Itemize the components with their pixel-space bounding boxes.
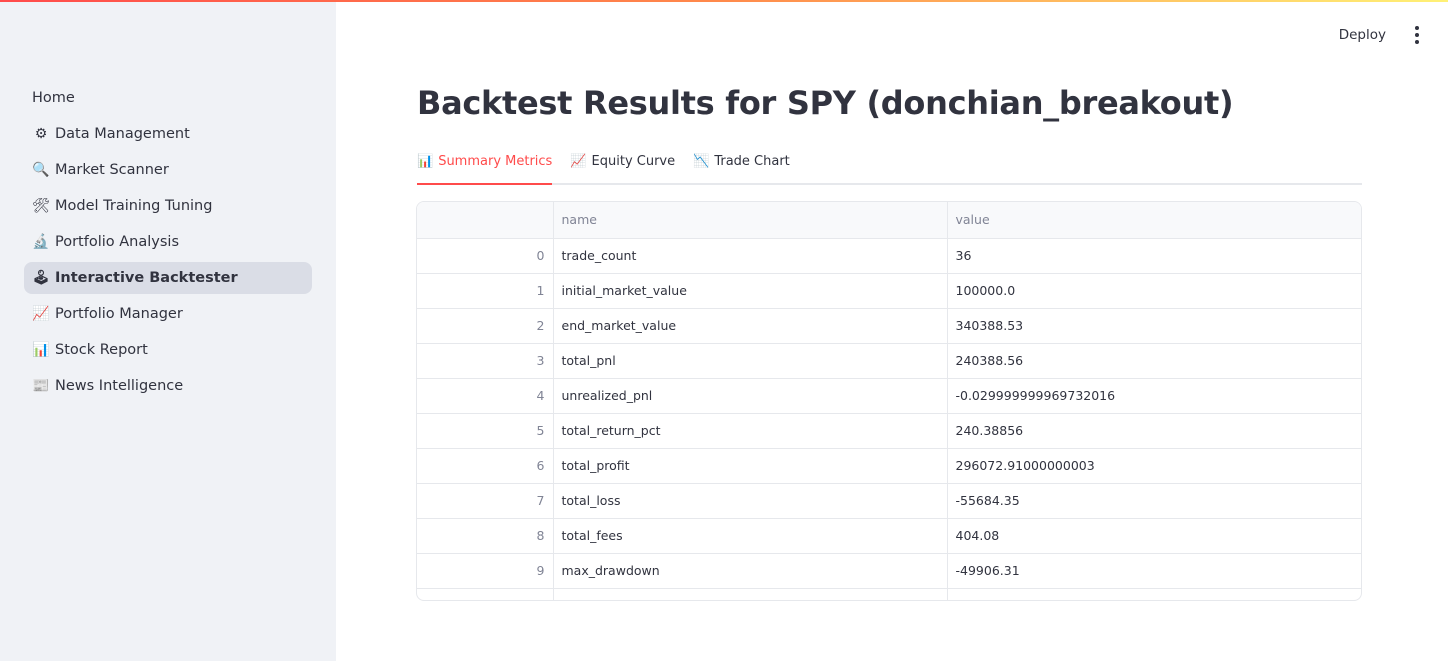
- tab-trade-chart[interactable]: 📉 Trade Chart: [693, 150, 790, 185]
- cell-name[interactable]: total_profit: [553, 448, 948, 484]
- table-row: 4 unrealized_pnl -0.029999999969732016: [417, 378, 1361, 414]
- chart-increasing-icon: 📈: [570, 154, 587, 169]
- sidebar-item-interactive-backtester[interactable]: 🕹 Interactive Backtester: [24, 262, 312, 294]
- cell-value[interactable]: 36: [947, 238, 1361, 274]
- sidebar-nav: Home ⚙ Data Management 🔍 Market Scanner …: [24, 82, 312, 406]
- table-row: 6 total_profit 296072.91000000003: [417, 448, 1361, 484]
- tab-label: Summary Metrics: [438, 154, 553, 169]
- cell-name[interactable]: max_drawdown: [553, 553, 948, 589]
- row-index[interactable]: 1: [417, 273, 554, 309]
- row-index[interactable]: 5: [417, 413, 554, 449]
- cell-name[interactable]: total_pnl: [553, 343, 948, 379]
- row-index[interactable]: 0: [417, 238, 554, 274]
- row-index[interactable]: 3: [417, 343, 554, 379]
- sidebar-item-label: Home: [32, 90, 75, 106]
- cell-value[interactable]: -0.029999999969732016: [947, 378, 1361, 414]
- cell-value[interactable]: 340388.53: [947, 308, 1361, 344]
- table-row: 5 total_return_pct 240.38856: [417, 413, 1361, 449]
- table-row: 1 initial_market_value 100000.0: [417, 273, 1361, 309]
- gear-icon: ⚙: [34, 126, 48, 142]
- table-row: 3 total_pnl 240388.56: [417, 343, 1361, 379]
- kebab-menu-icon[interactable]: [1414, 26, 1420, 44]
- sidebar-item-label: Portfolio Manager: [55, 306, 183, 322]
- sidebar-item-label: News Intelligence: [55, 378, 184, 394]
- row-index[interactable]: 7: [417, 483, 554, 519]
- cell-name[interactable]: unrealized_pnl: [553, 378, 948, 414]
- table-header-row: name value: [417, 202, 1361, 239]
- table-row: 8 total_fees 404.08: [417, 518, 1361, 554]
- sidebar-item-market-scanner[interactable]: 🔍 Market Scanner: [24, 154, 312, 186]
- sidebar-item-label: Data Management: [55, 126, 190, 142]
- cell-value[interactable]: 240.38856: [947, 413, 1361, 449]
- sidebar-item-home[interactable]: Home: [24, 82, 312, 114]
- cell-name[interactable]: initial_market_value: [553, 273, 948, 309]
- row-index[interactable]: 8: [417, 518, 554, 554]
- sidebar-item-label: Market Scanner: [55, 162, 169, 178]
- tab-summary-metrics[interactable]: 📊 Summary Metrics: [417, 150, 553, 185]
- sidebar-item-label: Model Training Tuning: [55, 198, 213, 214]
- cell-name[interactable]: total_return_pct: [553, 413, 948, 449]
- sidebar-item-label: Stock Report: [55, 342, 148, 358]
- metrics-table: name value 0 trade_count 36 1 initial_ma…: [417, 202, 1361, 600]
- cell-name[interactable]: trade_count: [553, 238, 948, 274]
- chart-increasing-icon: 📈: [32, 306, 50, 322]
- cell-value[interactable]: 240388.56: [947, 343, 1361, 379]
- newspaper-icon: 📰: [32, 378, 50, 394]
- microscope-icon: 🔬: [32, 234, 50, 250]
- page-title: Backtest Results for SPY (donchian_break…: [417, 84, 1234, 122]
- column-header-index[interactable]: [417, 202, 554, 239]
- cell-name[interactable]: end_market_value: [553, 308, 948, 344]
- cell-name[interactable]: total_fees: [553, 518, 948, 554]
- tab-label: Trade Chart: [714, 154, 790, 169]
- sidebar-item-portfolio-manager[interactable]: 📈 Portfolio Manager: [24, 298, 312, 330]
- tools-icon: 🛠: [32, 198, 50, 214]
- bar-chart-icon: 📊: [32, 342, 50, 358]
- cell-value[interactable]: 100000.0: [947, 273, 1361, 309]
- row-index[interactable]: 9: [417, 553, 554, 589]
- table-row-partial: [417, 588, 1361, 600]
- cell-value[interactable]: -55684.35: [947, 483, 1361, 519]
- table-row: 9 max_drawdown -49906.31: [417, 553, 1361, 589]
- row-index[interactable]: 2: [417, 308, 554, 344]
- tab-label: Equity Curve: [591, 154, 676, 169]
- sidebar: Home ⚙ Data Management 🔍 Market Scanner …: [0, 0, 336, 661]
- header-actions: Deploy: [1339, 26, 1420, 44]
- cell-value[interactable]: 404.08: [947, 518, 1361, 554]
- sidebar-item-label: Interactive Backtester: [55, 270, 238, 286]
- sidebar-item-portfolio-analysis[interactable]: 🔬 Portfolio Analysis: [24, 226, 312, 258]
- tab-equity-curve[interactable]: 📈 Equity Curve: [570, 150, 675, 185]
- chart-decreasing-icon: 📉: [693, 154, 710, 169]
- table-row: 0 trade_count 36: [417, 238, 1361, 274]
- column-header-name[interactable]: name: [553, 202, 948, 239]
- sidebar-item-label: Portfolio Analysis: [55, 234, 180, 250]
- bar-chart-icon: 📊: [417, 154, 434, 169]
- table-row: 2 end_market_value 340388.53: [417, 308, 1361, 344]
- metrics-dataframe[interactable]: name value 0 trade_count 36 1 initial_ma…: [416, 201, 1362, 601]
- joystick-icon: 🕹: [32, 270, 50, 286]
- table-row: 7 total_loss -55684.35: [417, 483, 1361, 519]
- deploy-button[interactable]: Deploy: [1339, 27, 1386, 43]
- tab-bar: 📊 Summary Metrics 📈 Equity Curve 📉 Trade…: [417, 150, 1362, 185]
- sidebar-item-model-training-tuning[interactable]: 🛠 Model Training Tuning: [24, 190, 312, 222]
- row-index[interactable]: 4: [417, 378, 554, 414]
- cell-value[interactable]: -49906.31: [947, 553, 1361, 589]
- top-decoration-bar: [0, 0, 1448, 2]
- sidebar-item-stock-report[interactable]: 📊 Stock Report: [24, 334, 312, 366]
- row-index[interactable]: 6: [417, 448, 554, 484]
- sidebar-item-data-management[interactable]: ⚙ Data Management: [24, 118, 312, 150]
- column-header-value[interactable]: value: [947, 202, 1361, 239]
- magnifier-icon: 🔍: [32, 162, 50, 178]
- sidebar-item-news-intelligence[interactable]: 📰 News Intelligence: [24, 370, 312, 402]
- cell-name[interactable]: total_loss: [553, 483, 948, 519]
- cell-value[interactable]: 296072.91000000003: [947, 448, 1361, 484]
